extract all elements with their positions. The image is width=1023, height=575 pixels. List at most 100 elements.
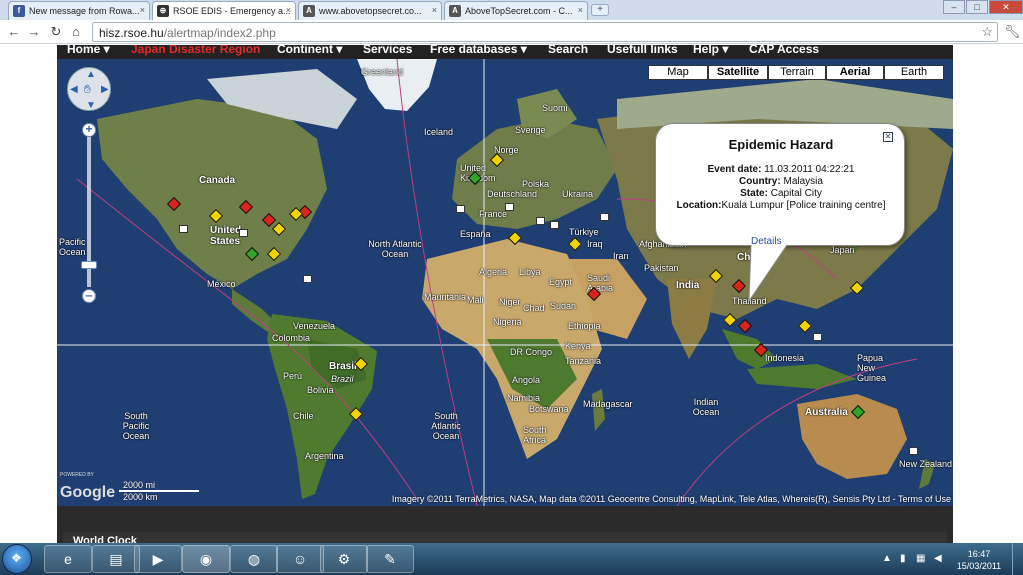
hand-icon[interactable]: ✋︎ [84,82,91,97]
nav-home[interactable]: Home ▾ [67,45,110,56]
epidemic-hazard-popup: Epidemic Hazard ✕ Event date: 11.03.2011… [655,123,905,247]
map-type-terrain[interactable]: Terrain [768,65,826,80]
star-icon[interactable]: ☆ [981,24,993,40]
info-marker[interactable] [456,205,465,213]
nav-useful-links[interactable]: Usefull links [607,45,678,56]
label-suomi: Suomi [542,103,568,113]
media-player-icon[interactable]: ▶ [134,545,182,573]
info-marker[interactable] [179,225,188,233]
page-frame: Home ▾ Japan Disaster Region Continent ▾… [57,45,953,547]
volume-icon[interactable]: ◀ [934,553,942,564]
system-clock[interactable]: 16:47 15/03/2011 [955,548,1003,572]
label-south-pacific-ocean: South Pacific Ocean [122,411,150,441]
label-iran: Iran [613,251,629,261]
label-angola: Angola [512,375,541,385]
home-icon[interactable]: ⌂ [68,24,84,40]
nav-search[interactable]: Search [548,45,588,56]
close-icon[interactable]: × [286,5,291,15]
info-marker[interactable] [550,221,559,229]
show-desktop-button[interactable] [1012,543,1023,575]
minimize-button[interactable]: – [943,0,965,14]
windows-start-icon[interactable]: ❖ [2,544,32,574]
pan-up-icon[interactable]: ▲ [86,69,96,80]
map-type-earth[interactable]: Earth [884,65,944,80]
label-canada: Canada [199,175,236,186]
info-marker[interactable] [813,333,822,341]
clock-date: 15/03/2011 [956,561,1002,571]
address-bar[interactable]: hisz.rsoe.hu/alertmap/index2.php ☆ [92,22,998,42]
nav-services[interactable]: Services [363,45,412,56]
facebook-icon: f [13,5,25,17]
nav-continent[interactable]: Continent ▾ [277,45,342,56]
close-icon[interactable]: ✕ [883,132,893,142]
map-type-aerial[interactable]: Aerial [826,65,884,80]
chrome-icon[interactable]: ◉ [182,545,230,573]
label-algeria: Algeria [479,267,508,277]
pan-control[interactable]: ▲ ▼ ◀ ▶ ✋︎ [67,67,111,111]
screen: f New message from Rowa... × ⊕ RSOE EDIS… [0,0,1023,575]
scale-km: 2000 km [123,492,158,502]
url-text: hisz.rsoe.hu/alertmap/index2.php [99,26,276,40]
label-espana: España [460,229,491,239]
pan-down-icon[interactable]: ▼ [86,100,96,111]
maximize-button[interactable]: □ [966,0,988,14]
tab-abovetopsecret-2[interactable]: A AboveTopSecret.com - C... × [444,1,588,20]
new-tab-button[interactable]: + [591,4,609,16]
info-marker[interactable] [600,213,609,221]
explorer-icon[interactable]: ▤ [92,545,140,573]
label-pacific-ocean: Pacific Ocean [59,237,86,257]
label-mauritania: Mauritania [424,292,467,302]
info-marker[interactable] [303,275,312,283]
info-marker[interactable] [909,447,918,455]
label-japan: Japan [830,245,855,255]
pan-right-icon[interactable]: ▶ [101,84,109,95]
alert-map[interactable]: Map Satellite Terrain Aerial Earth ▲ ▼ ◀… [57,59,953,506]
zoom-out-button[interactable]: – [82,289,96,303]
close-window-button[interactable]: ✕ [989,0,1023,14]
map-attribution[interactable]: Imagery ©2011 TerraMetrics, NASA, Map da… [392,494,951,504]
map-type-map[interactable]: Map [648,65,708,80]
label-indonesia: Indonesia [765,353,805,363]
tray-expand-icon[interactable]: ▲ [882,553,892,564]
tab-rsoe-edis[interactable]: ⊕ RSOE EDIS - Emergency a... × [152,1,296,20]
arrow-right-icon[interactable]: → [26,24,42,40]
nav-free-databases[interactable]: Free databases ▾ [430,45,527,56]
wrench-icon[interactable]: 🔧︎ [1004,24,1021,40]
label-egypt: Egypt [549,277,573,287]
nav-japan-disaster-region[interactable]: Japan Disaster Region [131,45,260,56]
map-type-satellite[interactable]: Satellite [708,65,768,80]
label-australia: Australia [805,407,848,418]
close-icon[interactable]: × [578,5,583,15]
ie-icon[interactable]: e [44,545,92,573]
google-logo[interactable]: Google [60,484,115,502]
info-marker[interactable] [505,203,514,211]
nav-help[interactable]: Help ▾ [693,45,728,56]
nav-cap-access[interactable]: CAP Access [749,45,819,56]
info-marker[interactable] [239,229,248,237]
browser-toolbar: ← → ↻ ⌂ hisz.rsoe.hu/alertmap/index2.php… [0,20,1023,44]
arrow-left-icon[interactable]: ← [6,24,22,40]
ats-icon: A [449,5,461,17]
zoom-handle[interactable] [81,261,97,269]
tab-title: www.abovetopsecret.co... [319,6,422,16]
label-ukraina: Ukraina [562,189,594,199]
label-iraq: Iraq [587,239,603,249]
close-icon[interactable]: × [432,5,437,15]
reload-icon[interactable]: ↻ [48,24,64,40]
tab-facebook[interactable]: f New message from Rowa... × [8,1,150,20]
label-argentina: Argentina [305,451,344,461]
network-icon[interactable]: ▦ [916,553,925,564]
tab-abovetopsecret-1[interactable]: A www.abovetopsecret.co... × [298,1,442,20]
tor-icon[interactable]: ◍ [230,545,278,573]
steam-icon[interactable]: ⚙ [320,545,368,573]
label-sudan: Sudan [550,301,577,311]
battery-icon[interactable]: ▮ [900,553,906,564]
tool-icon[interactable]: ✎ [366,545,414,573]
messenger-icon[interactable]: ☺ [276,545,324,573]
pan-left-icon[interactable]: ◀ [70,84,78,95]
info-marker[interactable] [536,217,545,225]
zoom-in-button[interactable]: + [82,123,96,137]
close-icon[interactable]: × [140,5,145,15]
site-navigation: Home ▾ Japan Disaster Region Continent ▾… [57,45,953,59]
label-libya: Libya [519,267,541,277]
